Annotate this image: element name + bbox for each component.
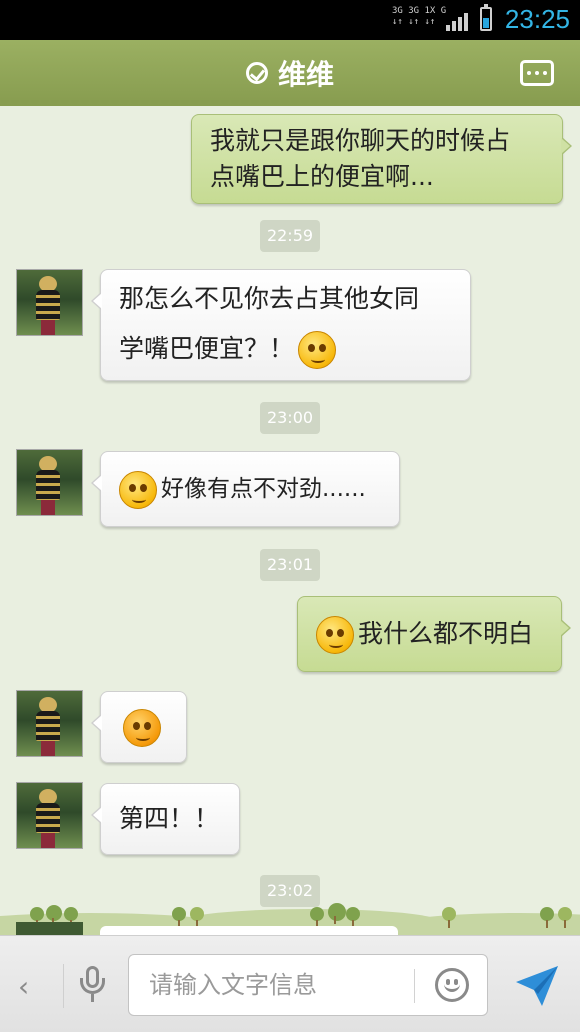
network-indicator: 3G 3G 1X G ↓↑ ↓↑ ↓↑ xyxy=(392,6,446,28)
more-options-icon xyxy=(527,71,531,75)
status-bar: 3G 3G 1X G ↓↑ ↓↑ ↓↑ 23:25 xyxy=(0,0,580,40)
timestamp: 23:00 xyxy=(260,402,320,434)
network-activity-label: ↓↑ ↓↑ ↓↑ xyxy=(392,17,436,27)
avatar[interactable] xyxy=(16,782,83,849)
incoming-message[interactable] xyxy=(91,691,187,763)
divider xyxy=(63,964,64,1008)
signal-icon xyxy=(446,11,470,31)
message-input-bar: ‹ 请输入文字信息 xyxy=(0,935,580,1032)
message-input[interactable]: 请输入文字信息 xyxy=(128,954,488,1016)
avatar[interactable] xyxy=(16,690,83,757)
emoji-icon[interactable] xyxy=(435,968,469,1002)
message-text: 学嘴巴便宜？！ xyxy=(119,334,295,363)
outgoing-message[interactable]: 我就只是跟你聊天的时候占 点嘴巴上的便宜啊... xyxy=(191,114,572,204)
network-type-label: 3G 3G 1X G xyxy=(392,6,447,16)
status-clock: 23:25 xyxy=(504,4,570,34)
microphone-icon[interactable] xyxy=(78,966,108,1006)
incoming-message[interactable]: 好像有点不对劲...... xyxy=(91,451,400,527)
avatar[interactable] xyxy=(16,449,83,516)
avatar[interactable] xyxy=(16,269,83,336)
check-circle-icon xyxy=(245,62,268,84)
smirk-emoji-icon xyxy=(298,331,337,369)
message-text: 那怎么不见你去占其他女同 xyxy=(119,284,420,313)
battery-icon xyxy=(480,4,492,31)
chat-header: 维维 xyxy=(0,40,580,110)
outgoing-message[interactable]: 我什么都不明白 xyxy=(297,596,571,672)
avatar[interactable] xyxy=(16,922,83,936)
chat-title: 维维 xyxy=(277,58,334,91)
confused-emoji-icon xyxy=(119,470,157,509)
message-text: 我什么都不明白 xyxy=(358,619,534,648)
timestamp: 22:59 xyxy=(260,220,320,252)
incoming-message[interactable]: 第四！！ xyxy=(91,783,240,855)
back-arrow-icon[interactable]: ‹ xyxy=(18,970,29,1003)
angry-emoji-icon xyxy=(123,709,161,747)
chat-message-list[interactable]: 我就只是跟你聊天的时候占 点嘴巴上的便宜啊... 22:59 那怎么不见你去占其… xyxy=(0,106,580,935)
more-options-button[interactable] xyxy=(520,60,554,86)
incoming-message[interactable]: 那怎么不见你去占其他女同 学嘴巴便宜？！ xyxy=(91,269,471,381)
puzzled-emoji-icon xyxy=(316,616,354,654)
timestamp: 23:01 xyxy=(260,549,320,581)
send-icon[interactable] xyxy=(512,960,562,1010)
input-placeholder: 请输入文字信息 xyxy=(149,971,317,999)
message-text: 好像有点不对劲...... xyxy=(161,476,366,502)
